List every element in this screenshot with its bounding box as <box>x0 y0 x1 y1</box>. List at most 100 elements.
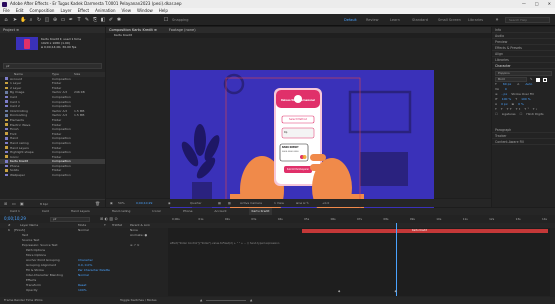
time-ruler[interactable]: 0;00s 01s 02s 03s 04s 05s 06s 07s 08s 09s 10s 11s 12… <box>168 215 550 223</box>
close-button[interactable]: ✕ <box>548 0 551 8</box>
viewer-options-icon[interactable]: ⊞ ⊟ ⊡ ✎ <box>296 199 309 207</box>
keyframe-icon[interactable]: ◆ <box>395 289 397 293</box>
camera-dropdown[interactable]: Active Camera <box>240 199 262 207</box>
superscript-button[interactable]: T¹ <box>524 107 530 111</box>
layer-duration-bar[interactable]: Kartu Kredit <box>302 229 548 233</box>
lamp-table <box>360 152 408 186</box>
hindi-digits-label: Hindi Digits <box>526 112 544 116</box>
snapping-checkbox-icon[interactable]: ☐ <box>163 17 169 23</box>
tab-card[interactable]: Card <box>42 208 49 215</box>
leading-value[interactable]: Auto <box>525 82 532 87</box>
timeline-switches-icon[interactable]: ⊞ ◐ ▥ ⊙ <box>100 216 118 221</box>
minimize-button[interactable]: — <box>522 0 526 8</box>
current-time-indicator[interactable] <box>396 223 397 296</box>
rectangle-tool-icon[interactable]: ▭ <box>60 17 66 23</box>
ruler-tick-label: 08s <box>383 217 389 221</box>
transparency-grid-icon[interactable]: ▩ <box>228 199 231 207</box>
zoom-tool-icon[interactable]: ⌕ <box>28 17 34 23</box>
workspace-standard[interactable]: Standard <box>412 17 428 23</box>
project-item[interactable]: Wallpaper Composition <box>0 173 105 178</box>
comp-info: Kartu Kredit ▾, used 1 time 1920 x 1080 … <box>41 37 81 49</box>
brush-tool-icon[interactable]: ✎ <box>84 17 90 23</box>
fill-color-swatch[interactable] <box>535 78 540 82</box>
project-search-input[interactable]: ρ▾ <box>3 63 102 69</box>
viewer-preview-icon[interactable]: ▣ <box>110 199 113 207</box>
rotate-tool-icon[interactable]: ↻ <box>36 17 42 23</box>
tab-footage[interactable]: Footage (none) <box>169 27 196 33</box>
exposure-value[interactable]: +0.0 <box>322 199 329 207</box>
bpc-label[interactable]: 8 bpc <box>40 202 48 206</box>
pen-tool-icon[interactable]: ✒ <box>68 17 74 23</box>
home-icon[interactable]: ⌂ <box>3 17 9 23</box>
workspace-libraries[interactable]: Libraries <box>468 17 483 23</box>
tab-card-1[interactable]: Card 1 <box>10 208 20 215</box>
project-item-name: Bg Image <box>10 90 25 95</box>
pan-behind-tool-icon[interactable]: ⊕ <box>52 17 58 23</box>
hand-tool-icon[interactable]: ✋ <box>20 17 26 23</box>
eraser-tool-icon[interactable]: ◧ <box>100 17 106 23</box>
tools-toolbar: ⌂ ➤ ✋ ⌕ ↻ ◫ ⊕ ▭ ✒ T ✎ ⎘ ◧ ✐ ✱ ☐ Snapping… <box>0 14 555 26</box>
view-layout-dropdown[interactable]: 1 View <box>274 199 284 207</box>
composition-icon <box>5 150 8 154</box>
ligatures-checkbox[interactable]: ☐ <box>495 112 498 117</box>
workspace-overflow-icon[interactable]: » <box>494 17 500 23</box>
snapshot-icon[interactable]: ◉ <box>168 199 171 207</box>
all-caps-button[interactable]: TT <box>507 107 514 111</box>
tab-hand-ceiling[interactable]: Hand ceiling <box>112 208 131 215</box>
tab-kartu-kredit[interactable]: Kartu Kredit <box>248 208 273 215</box>
clone-stamp-tool-icon[interactable]: ⎘ <box>92 17 98 23</box>
stroke-color-swatch[interactable] <box>542 78 547 82</box>
frame-render-time: Frame Render Time 45ms <box>4 298 43 302</box>
keyframe-icon[interactable]: ◆ <box>338 289 340 293</box>
selection-tool-icon[interactable]: ➤ <box>12 17 18 23</box>
small-caps-button[interactable]: Tt <box>516 107 522 111</box>
interpret-footage-icon[interactable]: ⊞ <box>4 201 7 206</box>
workspace-default[interactable]: Default <box>344 17 357 23</box>
comp-stage[interactable]: Bahasa Wali Internasional Select Method … <box>170 70 434 220</box>
timeline-layer-row[interactable]: Opacity 100% <box>0 288 168 293</box>
faux-bold-button[interactable]: T <box>495 107 498 111</box>
workspace-learn[interactable]: Learn <box>390 17 400 23</box>
roto-brush-tool-icon[interactable]: ✐ <box>108 17 114 23</box>
type-tool-icon[interactable]: T <box>76 17 82 23</box>
region-of-interest-icon[interactable]: ▦ <box>218 199 221 207</box>
camera-tool-icon[interactable]: ◫ <box>44 17 50 23</box>
search-help-input[interactable]: Search Help <box>505 17 550 23</box>
zoom-dropdown[interactable]: 50% <box>118 199 125 207</box>
layer-bar-label: Kartu Kredit <box>412 228 427 232</box>
puppet-tool-icon[interactable]: ✱ <box>116 17 122 23</box>
zoom-out-icon[interactable]: ▲ <box>200 297 202 304</box>
toggle-switches-modes[interactable]: Toggle Switches / Modes <box>120 297 157 304</box>
timeline-timecode[interactable]: 0;00;10;29 <box>4 216 26 221</box>
resolution-dropdown[interactable]: Quarter <box>190 199 202 207</box>
project-items-list: Account Composition 1 Layer Folder 2 Layer Fo… <box>0 77 105 178</box>
zoom-slider[interactable] <box>206 300 246 301</box>
faux-italic-button[interactable]: T <box>501 107 504 111</box>
tab-iconic[interactable]: Iconic <box>152 208 161 215</box>
new-comp-icon[interactable]: ▣ <box>20 201 24 206</box>
trash-icon[interactable]: 🗑 <box>95 201 100 206</box>
window-title: Adobe After Effects - Er Tugas Kadek Dar… <box>10 1 182 6</box>
maximize-button[interactable]: □ <box>535 0 539 8</box>
tab-account[interactable]: Account <box>214 208 226 215</box>
tab-hand-layers[interactable]: Hand Layers <box>71 208 90 215</box>
new-folder-icon[interactable]: ▭ <box>12 201 16 206</box>
col-name[interactable]: Name <box>14 72 23 76</box>
timeline-tabs: Card 1 Card Hand Layers Hand ceiling Ico… <box>0 208 555 215</box>
timeline-search-input[interactable]: ρ▾ <box>50 216 90 222</box>
project-item-name: Solids <box>10 168 19 173</box>
timeline-graph-area[interactable]: Kartu Kredit effect("Slider Control")("S… <box>168 223 550 296</box>
file-icon <box>5 109 8 112</box>
workspace-review[interactable]: Review <box>366 17 379 23</box>
folder-icon <box>5 132 8 135</box>
tab-phone[interactable]: Phone <box>183 208 192 215</box>
expression-editor[interactable]: effect("Slider Control")("Slider").value… <box>170 242 279 245</box>
workspace-small-screen[interactable]: Small Screen <box>438 17 461 23</box>
font-family-dropdown[interactable]: Poppins <box>495 71 552 76</box>
zoom-in-icon[interactable]: ▲ <box>250 297 252 304</box>
viewer-timecode[interactable]: 0;00;10;29 <box>136 199 152 207</box>
hindi-digits-checkbox[interactable]: ☐ <box>520 112 523 117</box>
subscript-button[interactable]: T₁ <box>533 107 539 111</box>
content-aware-fill-panel-tab[interactable]: Content-Aware Fill <box>492 139 555 145</box>
layer-mode[interactable]: 100% <box>78 288 87 293</box>
